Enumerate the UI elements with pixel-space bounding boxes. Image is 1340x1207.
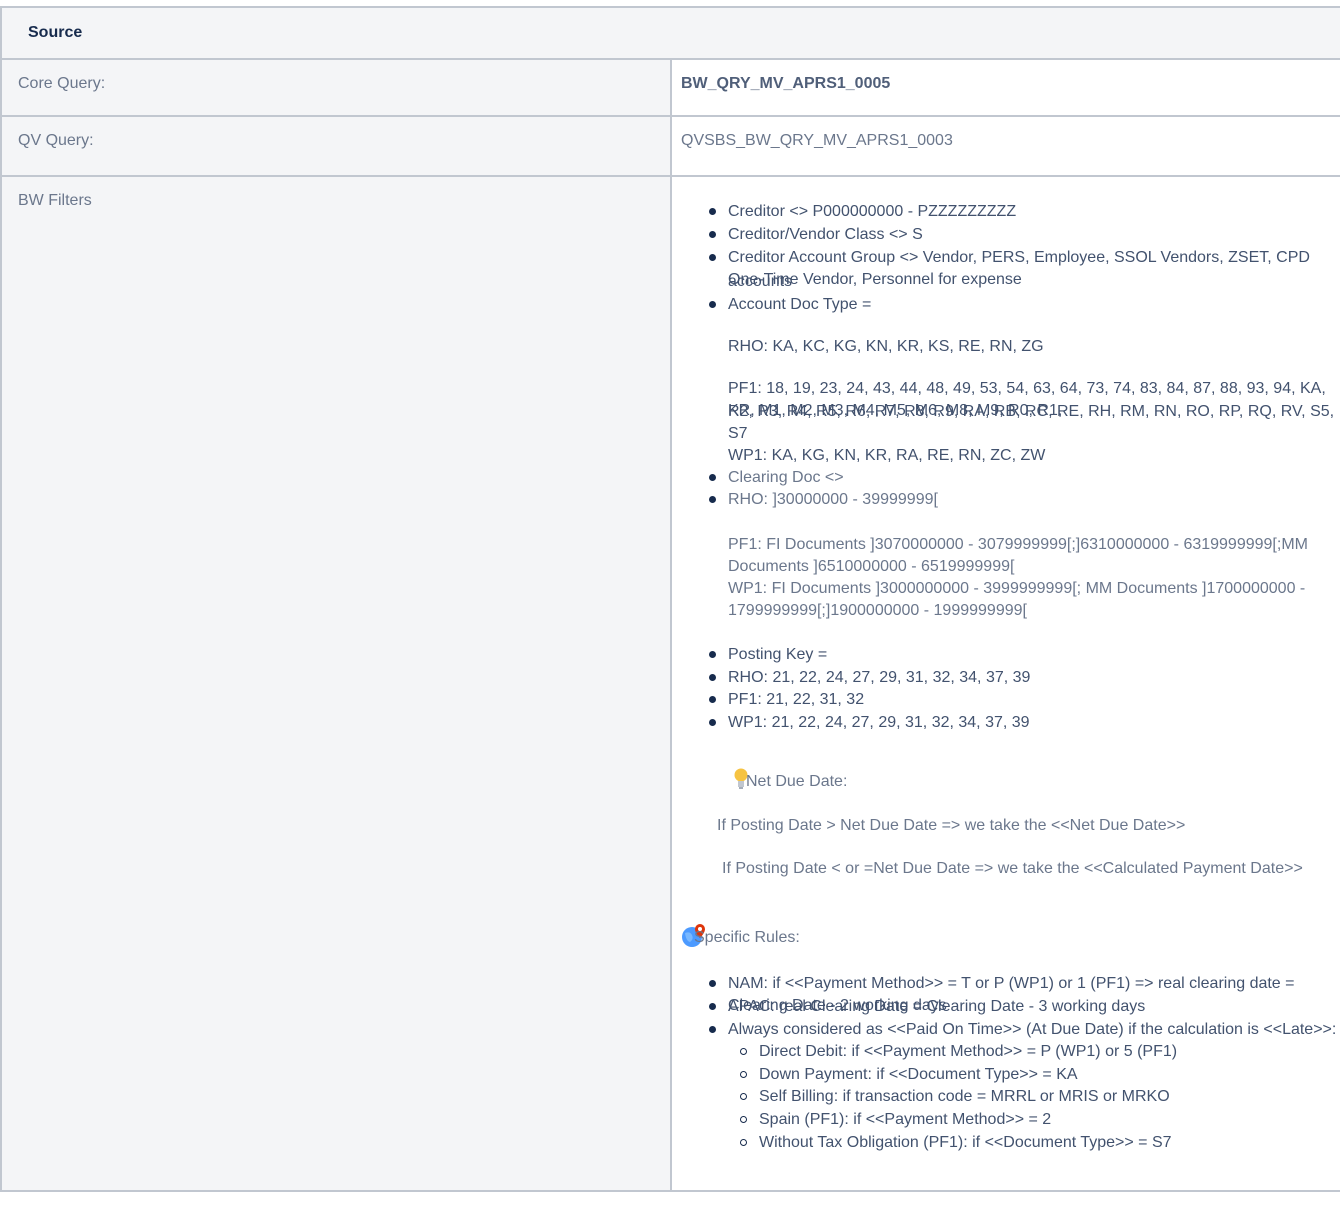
list-item: Creditor Account Group <> Vendor, PERS, …: [709, 247, 1340, 291]
doc-type-rho: RHO: KA, KC, KG, KN, KR, KS, RE, RN, ZG: [728, 338, 1044, 355]
row-label-cell: BW Filters: [0, 175, 672, 1192]
filters-content: Creditor <> P000000000 - PZZZZZZZZZ Cred…: [672, 177, 1340, 1190]
core-query-value: BW_QRY_MV_APRS1_0005: [681, 75, 891, 92]
clearing-pf1: PF1: FI Documents ]3070000000 - 30799999…: [728, 536, 1308, 575]
list-item: Creditor <> P000000000 - PZZZZZZZZZ: [708, 201, 1016, 223]
net-due-rule-1: If Posting Date > Net Due Date => we tak…: [717, 817, 1186, 834]
sub-list-item: Without Tax Obligation (PF1): if <<Docum…: [740, 1132, 1172, 1154]
bw-filters-label: BW Filters: [18, 192, 92, 209]
list-item: RHO: 21, 22, 24, 27, 29, 31, 32, 34, 37,…: [708, 667, 1030, 689]
sub-list-item: Spain (PF1): if <<Payment Method>> = 2: [739, 1109, 1051, 1131]
list-item-continuation: accounts: [728, 273, 793, 290]
sub-list-item: Direct Debit: if <<Payment Method>> = P …: [739, 1041, 1177, 1063]
list-item: Always considered as <<Paid On Time>> (A…: [708, 1019, 1336, 1041]
qv-query-value: QVSBS_BW_QRY_MV_APRS1_0003: [681, 132, 953, 149]
table-row: QV Query: QVSBS_BW_QRY_MV_APRS1_0003: [0, 115, 1340, 177]
qv-query-label: QV Query:: [18, 132, 94, 149]
list-item: APAC: real Clearing Date = Clearing Date…: [708, 996, 1145, 1018]
table-header: Source: [0, 6, 1340, 60]
core-query-label: Core Query:: [18, 75, 106, 92]
list-item: PF1: 21, 22, 31, 32: [708, 689, 864, 711]
doc-type-pf1-cont: R2, R3, R4, R5, R6, R7, R8, R9, RA, RB, …: [728, 403, 1335, 442]
row-value-cell: BW_QRY_MV_APRS1_0005: [670, 58, 1340, 117]
row-value-cell: QVSBS_BW_QRY_MV_APRS1_0003: [670, 115, 1340, 177]
clearing-wp1: WP1: FI Documents ]3000000000 - 39999999…: [728, 580, 1306, 619]
list-item: Clearing Doc <>: [709, 467, 844, 489]
table-row: Core Query: BW_QRY_MV_APRS1_0005: [0, 58, 1340, 117]
sub-list-item: Self Billing: if transaction code = MRRL…: [740, 1086, 1170, 1108]
sub-list-item: Down Payment: if <<Document Type>> = KA: [740, 1064, 1078, 1086]
list-item: Account Doc Type =: [708, 294, 871, 316]
doc-type-wp1: WP1: KA, KG, KN, KR, RA, RE, RN, ZC, ZW: [728, 447, 1046, 464]
list-item: WP1: 21, 22, 24, 27, 29, 31, 32, 34, 37,…: [709, 712, 1030, 734]
row-label-cell: QV Query:: [0, 115, 672, 177]
list-item: Posting Key =: [708, 644, 827, 666]
list-item: RHO: ]30000000 - 39999999[: [709, 489, 938, 511]
net-due-rule-2: If Posting Date < or =Net Due Date => we…: [722, 860, 1303, 877]
row-label-cell: Core Query:: [0, 58, 672, 117]
specific-rules-title: Specific Rules:: [694, 929, 800, 946]
header-title: Source: [28, 24, 83, 41]
source-table: Source Core Query: BW_QRY_MV_APRS1_0005 …: [0, 6, 1340, 1192]
row-value-cell: Creditor <> P000000000 - PZZZZZZZZZ Cred…: [670, 175, 1340, 1192]
net-due-title: Net Due Date:: [746, 773, 848, 790]
list-item: Creditor/Vendor Class <> S: [709, 224, 923, 246]
table-row: BW Filters Creditor <> P000000000 - PZZZ…: [0, 175, 1340, 1192]
